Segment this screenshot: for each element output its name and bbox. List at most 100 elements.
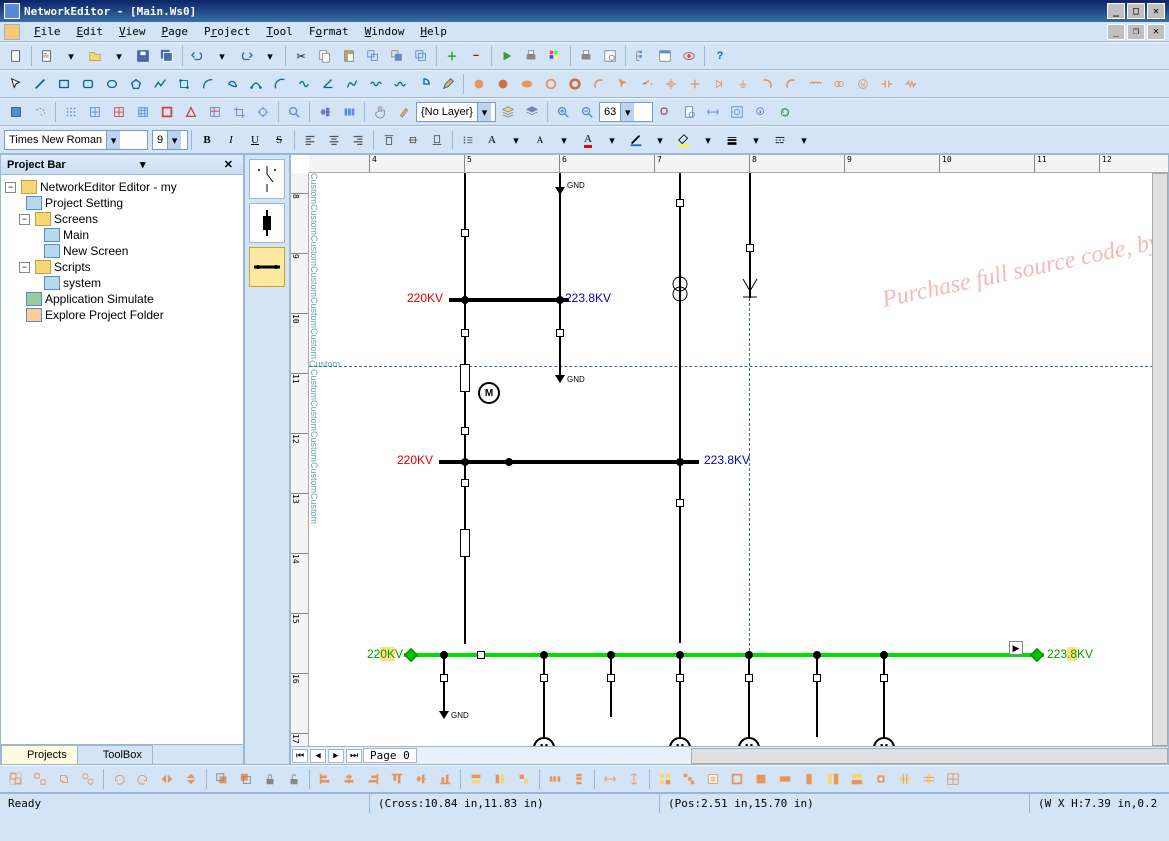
palette-switch[interactable] [249,159,285,199]
copy-button[interactable] [314,45,336,67]
coil-tool[interactable] [804,73,826,95]
target-button[interactable] [252,101,274,123]
remove-point-button[interactable]: − [465,45,487,67]
arrange-button[interactable] [678,768,700,790]
font-small-button[interactable]: A [529,129,551,151]
menu-view[interactable]: View [111,23,154,40]
flip-h-button[interactable] [156,768,178,790]
dropdown-icon[interactable]: ▾ [211,45,233,67]
ruler-horizontal[interactable]: 4 5 6 7 8 9 10 11 12 [309,155,1168,173]
bullets-button[interactable] [457,129,479,151]
crop-button[interactable] [228,101,250,123]
palette-breaker[interactable] [249,203,285,243]
guide-horizontal[interactable] [309,366,1168,367]
project-bar-close[interactable]: ✕ [220,158,237,171]
crosshair-tool[interactable] [660,73,682,95]
menu-help[interactable]: Help [412,23,455,40]
font-case-button[interactable]: A [481,129,503,151]
dist-h-button[interactable] [544,768,566,790]
save-button[interactable] [132,45,154,67]
menu-edit[interactable]: Edit [69,23,112,40]
wave2-tool[interactable] [389,73,411,95]
bold-button[interactable]: B [196,129,218,151]
pointer-tool[interactable] [5,73,27,95]
switch-tool[interactable] [636,73,658,95]
dropdown-icon[interactable]: ▾ [649,129,671,151]
copy-style-button[interactable] [386,45,408,67]
line-weight-button[interactable] [721,129,743,151]
stack-button[interactable] [410,45,432,67]
polygon-tool[interactable] [125,73,147,95]
zoom-page-button[interactable] [678,101,700,123]
arc-orange-tool[interactable] [756,73,778,95]
closed-curve-tool[interactable] [221,73,243,95]
same-width-button[interactable] [465,768,487,790]
grid-color-button[interactable] [544,45,566,67]
snap-grid-button[interactable] [84,101,106,123]
brush-button[interactable] [393,101,415,123]
group-button[interactable] [5,768,27,790]
tree-view-button[interactable] [630,45,652,67]
valign-bot-button[interactable] [426,129,448,151]
wave-tool[interactable] [365,73,387,95]
box3-button[interactable] [750,768,772,790]
menu-file[interactable]: File [26,23,69,40]
dist-v-button[interactable] [568,768,590,790]
menu-page[interactable]: Page [154,23,197,40]
arc2-orange-tool[interactable] [780,73,802,95]
dropdown-icon[interactable]: ▾ [697,129,719,151]
select-mode-button[interactable] [5,101,27,123]
mdi-close-button[interactable]: ✕ [1147,24,1165,40]
zoom-out-button[interactable] [576,101,598,123]
same-size-button[interactable] [513,768,535,790]
curve-tool[interactable] [197,73,219,95]
line-tool[interactable] [29,73,51,95]
unlock-button[interactable] [283,768,305,790]
space-v-button[interactable] [623,768,645,790]
project-bar-pin[interactable]: ▾ [136,158,150,171]
box11-button[interactable] [942,768,964,790]
chevron-down-icon[interactable]: ▾ [106,131,120,149]
menu-tool[interactable]: Tool [258,23,301,40]
roundrect-tool[interactable] [77,73,99,95]
paste-button[interactable] [338,45,360,67]
line-color-button[interactable] [625,129,647,151]
freeform-tool[interactable] [341,73,363,95]
layer-combo[interactable]: {No Layer} ▾ [416,102,496,122]
properties2-button[interactable] [702,768,724,790]
pencil-tool[interactable] [437,73,459,95]
res-tool[interactable] [900,73,922,95]
rotate-l-button[interactable] [108,768,130,790]
box2-button[interactable] [726,768,748,790]
chevron-down-icon[interactable]: ▾ [620,103,634,121]
ring2-tool[interactable] [564,73,586,95]
align-left2-button[interactable] [314,768,336,790]
cap-tool[interactable] [876,73,898,95]
tab-order-button[interactable] [654,768,676,790]
dropdown-icon[interactable]: ▾ [108,45,130,67]
zoom-combo[interactable]: 63 ▾ [599,102,653,122]
dropdown-icon[interactable]: ▾ [601,129,623,151]
zoom-sel-button[interactable] [654,101,676,123]
vertical-scrollbar[interactable] [1152,173,1168,746]
align-bot2-button[interactable] [434,768,456,790]
save-all-button[interactable] [156,45,178,67]
pie-tool[interactable] [413,73,435,95]
valign-top-button[interactable] [378,129,400,151]
snap-tri-button[interactable] [180,101,202,123]
ungroup-button[interactable] [29,768,51,790]
duplicate-button[interactable] [362,45,384,67]
menu-project[interactable]: Project [196,23,258,40]
italic-button[interactable]: I [220,129,242,151]
dropdown-icon[interactable]: ▾ [745,129,767,151]
pointer-elem-tool[interactable] [612,73,634,95]
ground-tool[interactable] [732,73,754,95]
menu-window[interactable]: Window [357,23,413,40]
chevron-down-icon[interactable]: ▾ [167,131,181,149]
zoom-100-button[interactable]: 1 [750,101,772,123]
chevron-down-icon[interactable]: ▾ [477,103,491,121]
close-button[interactable]: ✕ [1147,3,1165,19]
transformer-tool[interactable] [828,73,850,95]
page-tab-0[interactable]: Page 0 [363,748,417,763]
ellipse-tool[interactable] [101,73,123,95]
